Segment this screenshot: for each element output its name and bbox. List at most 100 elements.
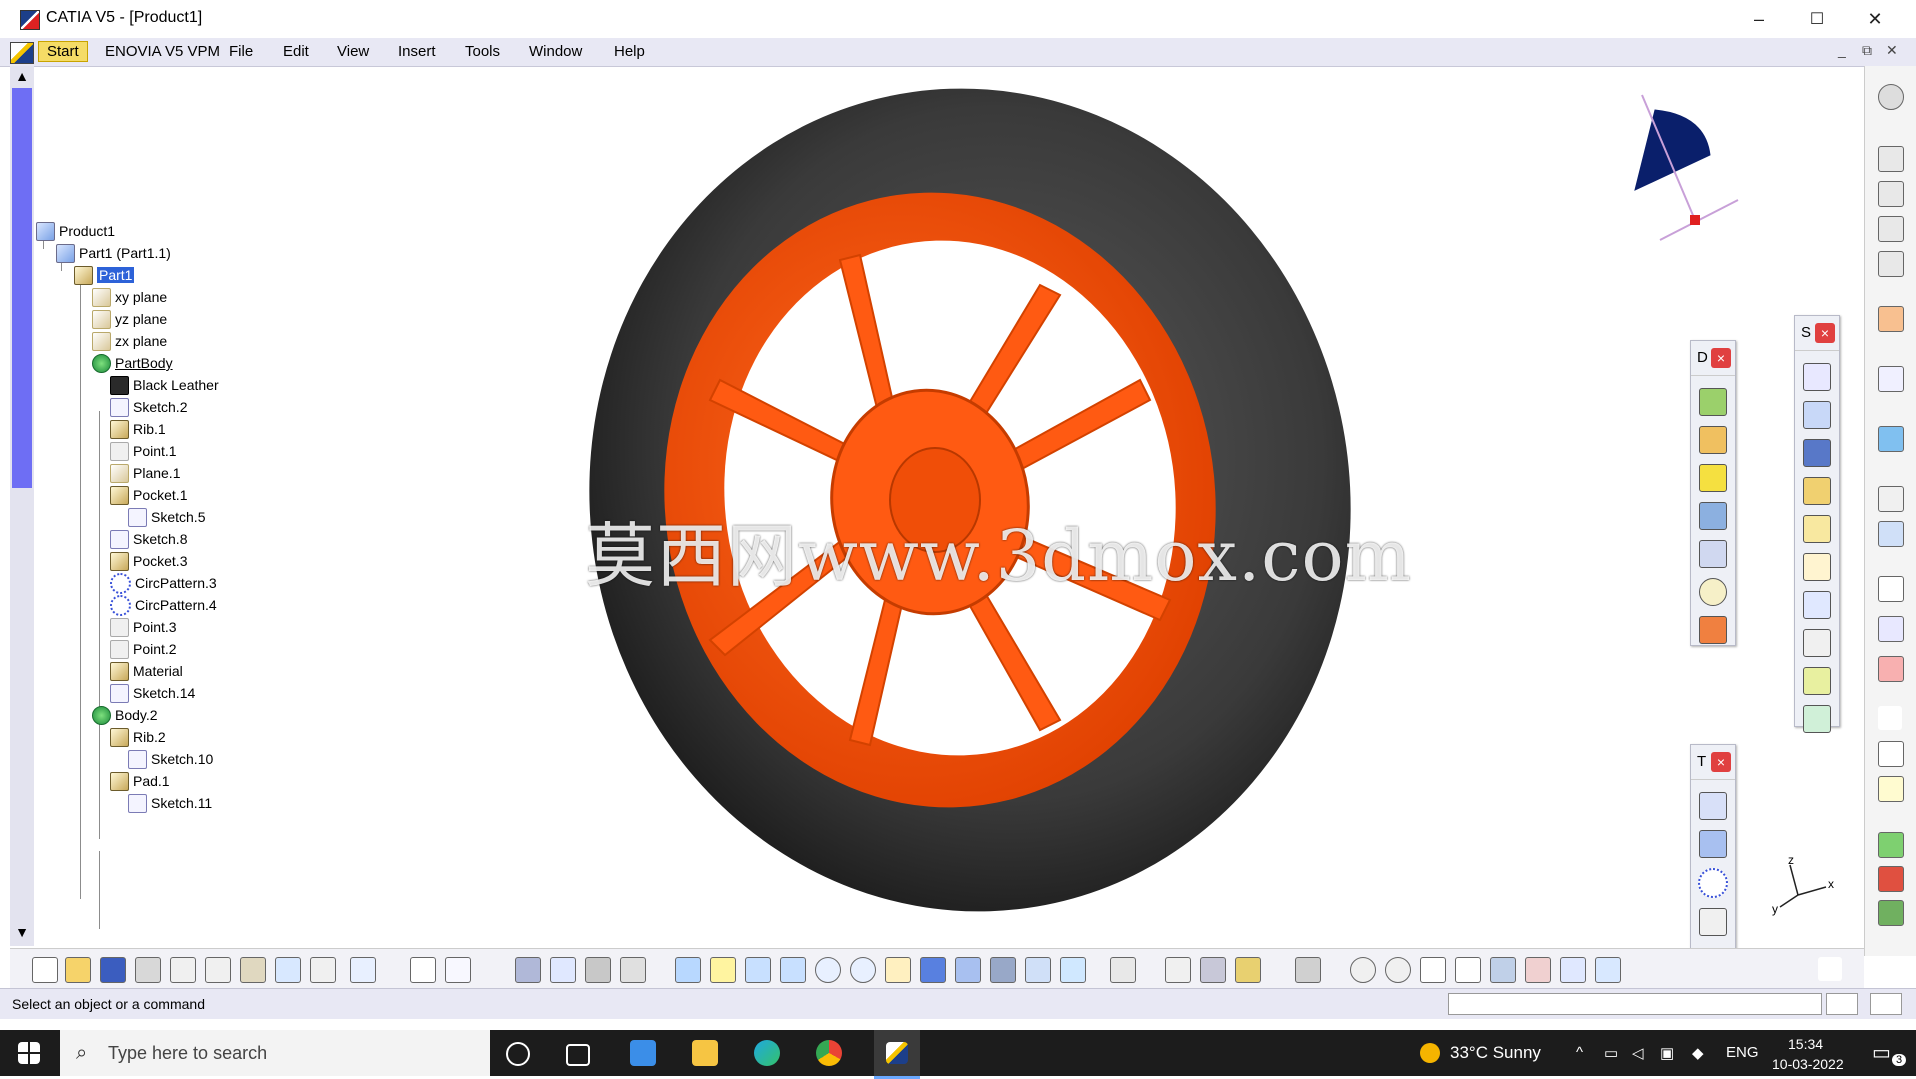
tree-node-zx-plane[interactable]: zx plane bbox=[92, 329, 167, 353]
toolbar-s-close-button[interactable]: × bbox=[1815, 323, 1835, 343]
measure-icon[interactable] bbox=[1878, 486, 1904, 512]
boolean-remove-icon[interactable] bbox=[1878, 866, 1904, 892]
tree-node-point-2[interactable]: Point.2 bbox=[110, 637, 177, 661]
chevron-up-icon[interactable]: ^ bbox=[1576, 1044, 1583, 1061]
toolbar-t-close-button[interactable]: × bbox=[1711, 752, 1731, 772]
knowledge-icon[interactable] bbox=[445, 957, 471, 983]
mail-icon[interactable] bbox=[630, 1040, 656, 1066]
sketcher-icon[interactable] bbox=[1878, 366, 1904, 392]
menu-view[interactable]: View bbox=[337, 43, 369, 60]
tree-node-xy-plane[interactable]: xy plane bbox=[92, 285, 167, 309]
catalog-icon[interactable] bbox=[550, 957, 576, 983]
dimension-icon[interactable] bbox=[1560, 957, 1586, 983]
thick-surface-tool-icon[interactable] bbox=[1803, 705, 1831, 733]
scaling-tool-icon[interactable] bbox=[1699, 908, 1727, 936]
workbench-icon[interactable] bbox=[1878, 181, 1904, 207]
tree-node-sketch-10[interactable]: Sketch.10 bbox=[128, 747, 213, 771]
cortana-icon[interactable] bbox=[506, 1042, 530, 1066]
constraint-icon[interactable] bbox=[1878, 616, 1904, 642]
minimize-button[interactable]: – bbox=[1730, 0, 1788, 38]
tree-node-sketch-8[interactable]: Sketch.8 bbox=[110, 527, 187, 551]
maximize-button[interactable]: ☐ bbox=[1788, 0, 1846, 38]
split-tool-icon[interactable] bbox=[1803, 667, 1831, 695]
zoom-in-icon[interactable] bbox=[815, 957, 841, 983]
capture-camera-icon[interactable] bbox=[1295, 957, 1321, 983]
battery-icon[interactable]: ▭ bbox=[1604, 1044, 1618, 1062]
tree-node-point-1[interactable]: Point.1 bbox=[110, 439, 177, 463]
pocket-tool-icon[interactable] bbox=[1699, 426, 1727, 454]
multi-view-icon[interactable] bbox=[920, 957, 946, 983]
tree-node-sketch-11[interactable]: Sketch.11 bbox=[128, 791, 212, 815]
command-button[interactable] bbox=[1826, 993, 1858, 1015]
compass-widget[interactable] bbox=[1610, 85, 1750, 255]
draft-tool-icon[interactable] bbox=[1803, 439, 1831, 467]
thickness-tool-icon[interactable] bbox=[1803, 515, 1831, 543]
command-input[interactable] bbox=[1448, 993, 1822, 1015]
plane-icon[interactable] bbox=[1878, 776, 1904, 802]
tree-node-sketch-5[interactable]: Sketch.5 bbox=[128, 505, 205, 529]
save-icon[interactable] bbox=[100, 957, 126, 983]
measure-item-icon[interactable] bbox=[1200, 957, 1226, 983]
snap-grid-icon[interactable] bbox=[1455, 957, 1481, 983]
whats-this-icon[interactable] bbox=[350, 957, 376, 983]
security-shield-icon[interactable]: ◆ bbox=[1692, 1044, 1704, 1062]
construction-icon[interactable] bbox=[1490, 957, 1516, 983]
hole-tool-icon[interactable] bbox=[1699, 578, 1727, 606]
chamfer-tool-icon[interactable] bbox=[1803, 401, 1831, 429]
workbench-icon[interactable] bbox=[1878, 216, 1904, 242]
compass-handle[interactable] bbox=[1690, 215, 1700, 225]
select-cursor-icon[interactable] bbox=[1878, 306, 1904, 332]
menu-enovia[interactable]: ENOVIA V5 VPM bbox=[105, 43, 220, 60]
annotation-icon[interactable] bbox=[1878, 521, 1904, 547]
mdi-close-button[interactable]: ✕ bbox=[1886, 42, 1898, 59]
weather-sun-icon[interactable] bbox=[1420, 1043, 1440, 1063]
gear-icon[interactable] bbox=[1878, 84, 1904, 110]
menu-window[interactable]: Window bbox=[529, 43, 582, 60]
axis-system-icon[interactable] bbox=[1878, 656, 1904, 682]
line-icon[interactable] bbox=[1878, 741, 1904, 767]
pattern-tool-icon[interactable] bbox=[1698, 868, 1728, 898]
zoom-out-icon[interactable] bbox=[850, 957, 876, 983]
open-folder-icon[interactable] bbox=[65, 957, 91, 983]
weather-text[interactable]: 33°C Sunny bbox=[1450, 1043, 1541, 1063]
workbench-icon[interactable] bbox=[1878, 251, 1904, 277]
copy-icon[interactable] bbox=[205, 957, 231, 983]
mirror-tool-icon[interactable] bbox=[1699, 830, 1727, 858]
task-view-icon[interactable] bbox=[566, 1044, 590, 1066]
tree-node-yz-plane[interactable]: yz plane bbox=[92, 307, 167, 331]
fit-all-icon[interactable] bbox=[710, 957, 736, 983]
close-button[interactable]: ✕ bbox=[1846, 0, 1904, 38]
language-indicator[interactable]: ENG bbox=[1726, 1044, 1759, 1061]
edge-fillet-tool-icon[interactable] bbox=[1803, 363, 1831, 391]
taskbar-search-box[interactable]: ⌕ Type here to search bbox=[60, 1030, 490, 1076]
reference-icon[interactable] bbox=[1350, 957, 1376, 983]
apply-material-icon[interactable] bbox=[1878, 426, 1904, 452]
redo-icon[interactable] bbox=[310, 957, 336, 983]
update-icon[interactable] bbox=[1110, 957, 1136, 983]
tree-node-part1[interactable]: Part1 bbox=[74, 263, 135, 287]
macro-icon[interactable] bbox=[585, 957, 611, 983]
tree-node-pocket-3[interactable]: Pocket.3 bbox=[110, 549, 187, 573]
undo-icon[interactable] bbox=[275, 957, 301, 983]
scrollbar-thumb[interactable] bbox=[12, 88, 32, 488]
shaft-tool-icon[interactable] bbox=[1699, 464, 1727, 492]
measure-between-icon[interactable] bbox=[1165, 957, 1191, 983]
tree-node-rib-1[interactable]: Rib.1 bbox=[110, 417, 166, 441]
new-file-icon[interactable] bbox=[32, 957, 58, 983]
network-icon[interactable]: ▣ bbox=[1660, 1044, 1674, 1062]
clock-time[interactable]: 15:34 bbox=[1788, 1036, 1823, 1052]
tree-node-point-3[interactable]: Point.3 bbox=[110, 615, 177, 639]
tree-node-pocket-1[interactable]: Pocket.1 bbox=[110, 483, 187, 507]
measure-inertia-icon[interactable] bbox=[1235, 957, 1261, 983]
scroll-down-arrow-icon[interactable]: ▼ bbox=[13, 924, 31, 942]
tree-node-sketch-2[interactable]: Sketch.2 bbox=[110, 395, 187, 419]
windows-start-icon[interactable] bbox=[18, 1042, 40, 1064]
menu-start[interactable]: Start bbox=[38, 41, 88, 62]
table-icon[interactable] bbox=[515, 957, 541, 983]
normal-view-icon[interactable] bbox=[885, 957, 911, 983]
vertical-scrollbar[interactable]: ▲ ▼ bbox=[10, 66, 34, 946]
toolbar-d-close-button[interactable]: × bbox=[1711, 348, 1731, 368]
fly-mode-icon[interactable] bbox=[675, 957, 701, 983]
tree-node-sketch-14[interactable]: Sketch.14 bbox=[110, 681, 195, 705]
scroll-up-arrow-icon[interactable]: ▲ bbox=[13, 68, 31, 86]
